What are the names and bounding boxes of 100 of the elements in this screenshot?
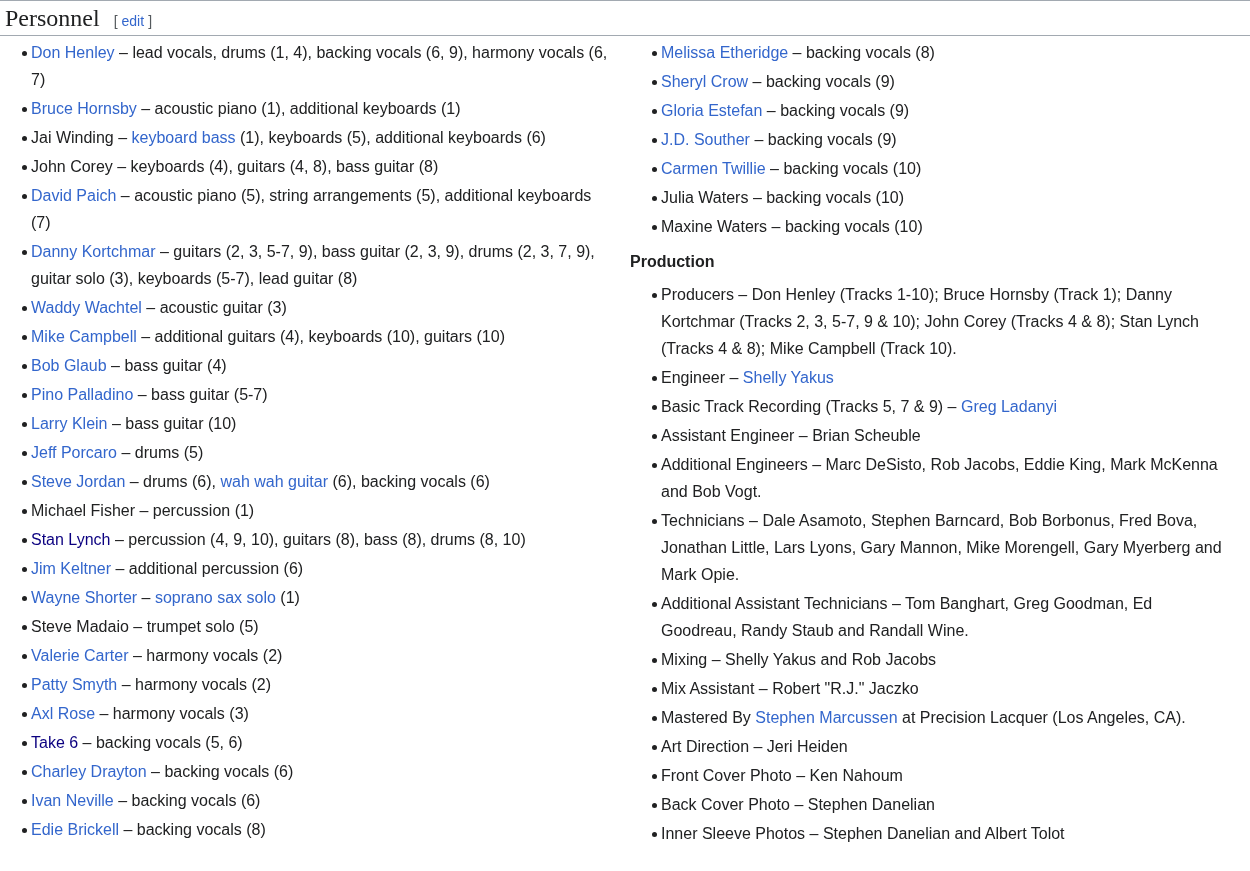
link[interactable]: Stephen Marcussen bbox=[755, 709, 898, 726]
link[interactable]: Gloria Estefan bbox=[661, 102, 763, 119]
credit-text: Assistant Engineer – Brian Scheuble bbox=[661, 426, 921, 446]
bullet-icon bbox=[652, 376, 657, 381]
edit-link[interactable]: edit bbox=[121, 13, 145, 29]
credit-text: Axl Rose – harmony vocals (3) bbox=[31, 704, 249, 724]
bullet-icon bbox=[652, 167, 657, 172]
link[interactable]: Waddy Wachtel bbox=[31, 299, 142, 316]
credit-text: Steve Jordan – drums (6), wah wah guitar (6), backing vocals (6) bbox=[31, 472, 490, 492]
credit-text: Inner Sleeve Photos – Stephen Danelian and Albert Tolot bbox=[661, 824, 1065, 844]
link[interactable]: Larry Klein bbox=[31, 415, 108, 432]
bullet-icon bbox=[22, 393, 27, 398]
credit-text: Gloria Estefan – backing vocals (9) bbox=[661, 101, 910, 121]
link[interactable]: Take 6 bbox=[31, 734, 79, 751]
credit-text: David Paich – acoustic piano (5), string arrangements (5), additional keyboards (7) bbox=[31, 186, 593, 233]
credit-text: Edie Brickell – backing vocals (8) bbox=[31, 820, 266, 840]
bullet-icon bbox=[652, 687, 657, 692]
link[interactable]: Ivan Neville bbox=[31, 792, 114, 809]
credit-text: Ivan Neville – backing vocals (6) bbox=[31, 791, 261, 811]
link[interactable]: Valerie Carter bbox=[31, 647, 129, 664]
link[interactable]: Wayne Shorter bbox=[31, 589, 138, 606]
link[interactable]: Jim Keltner bbox=[31, 560, 112, 577]
link[interactable]: J.D. Souther bbox=[661, 131, 750, 148]
link[interactable]: Edie Brickell bbox=[31, 821, 120, 838]
bullet-icon bbox=[652, 138, 657, 143]
bullet-icon bbox=[22, 451, 27, 456]
bracket: ] bbox=[148, 13, 152, 29]
bullet-icon bbox=[22, 683, 27, 688]
link[interactable]: Pino Palladino bbox=[31, 386, 134, 403]
bullet-icon bbox=[652, 602, 657, 607]
credit-text: Sheryl Crow – backing vocals (9) bbox=[661, 72, 895, 92]
credit-text: Mike Campbell – additional guitars (4), keyboards (10), guitars (10) bbox=[31, 327, 505, 347]
credit-text: Waddy Wachtel – acoustic guitar (3) bbox=[31, 298, 287, 318]
bullet-icon bbox=[652, 745, 657, 750]
credit-text: Mastered By Stephen Marcussen at Precision Lacquer (Los Angeles, CA). bbox=[661, 708, 1186, 728]
link[interactable]: soprano sax solo bbox=[154, 589, 276, 606]
credit-text: Take 6 – backing vocals (5, 6) bbox=[31, 733, 243, 753]
link[interactable]: Carmen Twillie bbox=[661, 160, 766, 177]
bullet-icon bbox=[22, 538, 27, 543]
credit-text: Danny Kortchmar – guitars (2, 3, 5-7, 9), bass guitar (2, 3, 9), drums (2, 3, 7, 9), guitar solo (3), keyboards (5-7), lead guitar (8) bbox=[31, 242, 596, 289]
credit-text: Wayne Shorter – soprano sax solo (1) bbox=[31, 588, 300, 608]
bullet-icon bbox=[22, 509, 27, 514]
bullet-icon bbox=[22, 712, 27, 717]
link[interactable]: David Paich bbox=[31, 187, 117, 204]
bullet-icon bbox=[22, 107, 27, 112]
credit-text: Bruce Hornsby – acoustic piano (1), additional keyboards (1) bbox=[31, 99, 461, 119]
link[interactable]: Don Henley bbox=[31, 44, 115, 61]
bullet-icon bbox=[22, 335, 27, 340]
credit-text: Additional Assistant Technicians – Tom Banghart, Greg Goodman, Ed Goodreau, Randy Staub and Randall Wine. bbox=[661, 594, 1154, 641]
bullet-icon bbox=[22, 364, 27, 369]
credit-text: Valerie Carter – harmony vocals (2) bbox=[31, 646, 283, 666]
bullet-icon bbox=[22, 136, 27, 141]
link[interactable]: Melissa Etheridge bbox=[661, 44, 789, 61]
credit-text: Basic Track Recording (Tracks 5, 7 & 9) – Greg Ladanyi bbox=[661, 397, 1057, 417]
credit-text: Larry Klein – bass guitar (10) bbox=[31, 414, 237, 434]
bullet-icon bbox=[652, 51, 657, 56]
credit-text: Charley Drayton – backing vocals (6) bbox=[31, 762, 294, 782]
bullet-icon bbox=[652, 405, 657, 410]
bullet-icon bbox=[22, 422, 27, 427]
link[interactable]: Steve Jordan bbox=[31, 473, 126, 490]
credit-text: Engineer – Shelly Yakus bbox=[661, 368, 834, 388]
bullet-icon bbox=[22, 741, 27, 746]
link[interactable]: Danny Kortchmar bbox=[31, 243, 156, 260]
credit-text: Art Direction – Jeri Heiden bbox=[661, 737, 848, 757]
link[interactable]: Stan Lynch bbox=[31, 531, 111, 548]
credit-text: Technicians – Dale Asamoto, Stephen Barncard, Bob Borbonus, Fred Bova, Jonathan Little, Lars Lyons, Gary Mannon, Mike Morengell, Gary Myerberg and Mark Opie. bbox=[661, 511, 1223, 585]
link[interactable]: Sheryl Crow bbox=[661, 73, 749, 90]
bullet-icon bbox=[652, 196, 657, 201]
link[interactable]: Charley Drayton bbox=[31, 763, 147, 780]
link[interactable]: Greg Ladanyi bbox=[960, 398, 1057, 415]
bullet-icon bbox=[652, 225, 657, 230]
link[interactable]: Jeff Porcaro bbox=[31, 444, 117, 461]
bullet-icon bbox=[652, 716, 657, 721]
bullet-icon bbox=[22, 770, 27, 775]
link[interactable]: Bruce Hornsby bbox=[31, 100, 137, 117]
link[interactable]: Bob Glaub bbox=[31, 357, 107, 374]
bullet-icon bbox=[22, 480, 27, 485]
credit-text: Carmen Twillie – backing vocals (10) bbox=[661, 159, 922, 179]
credit-text: J.D. Souther – backing vocals (9) bbox=[661, 130, 897, 150]
link[interactable]: Axl Rose bbox=[31, 705, 96, 722]
subsection-heading: Production bbox=[630, 252, 716, 272]
link[interactable]: Mike Campbell bbox=[31, 328, 137, 345]
credit-text: John Corey – keyboards (4), guitars (4, 8), bass guitar (8) bbox=[31, 157, 439, 177]
credit-text: Patty Smyth – harmony vocals (2) bbox=[31, 675, 272, 695]
bullet-icon bbox=[652, 658, 657, 663]
credit-text: Pino Palladino – bass guitar (5-7) bbox=[31, 385, 268, 405]
credit-text: Steve Madaio – trumpet solo (5) bbox=[31, 617, 259, 637]
credit-text: Maxine Waters – backing vocals (10) bbox=[661, 217, 923, 237]
bullet-icon bbox=[22, 596, 27, 601]
link[interactable]: Patty Smyth bbox=[31, 676, 118, 693]
credit-text: Jai Winding – keyboard bass (1), keyboards (5), additional keyboards (6) bbox=[31, 128, 546, 148]
link[interactable]: Shelly Yakus bbox=[742, 369, 834, 386]
link[interactable]: keyboard bass bbox=[131, 129, 236, 146]
bullet-icon bbox=[652, 434, 657, 439]
bullet-icon bbox=[22, 799, 27, 804]
bullet-icon bbox=[652, 519, 657, 524]
credit-text: Stan Lynch – percussion (4, 9, 10), guitars (8), bass (8), drums (8, 10) bbox=[31, 530, 526, 550]
bullet-icon bbox=[22, 625, 27, 630]
link[interactable]: wah wah guitar bbox=[220, 473, 329, 490]
credit-text: Additional Engineers – Marc DeSisto, Rob Jacobs, Eddie King, Mark McKenna and Bob Vogt. bbox=[661, 455, 1219, 502]
